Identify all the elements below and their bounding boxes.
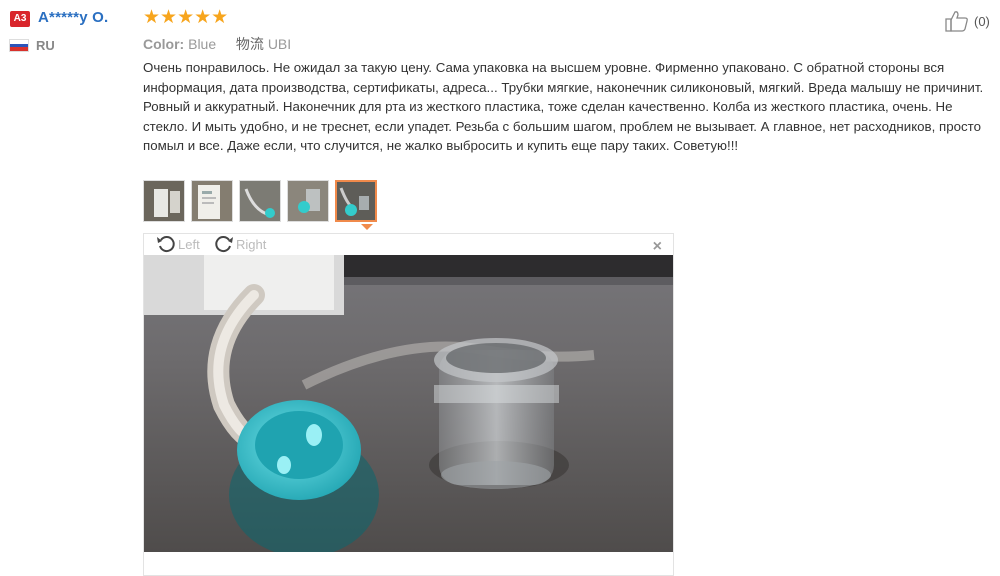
country-flag-icon [9,39,29,52]
close-viewer-button[interactable]: × [653,238,662,256]
reviewer-name: A*****y O. [38,9,109,26]
photo-thumbnail[interactable] [239,180,281,222]
photo-thumbnail[interactable] [287,180,329,222]
rotate-left-label: Left [178,236,200,252]
review-meta: Color: Blue 物流 UBI [143,34,291,54]
color-label: Color: [143,36,185,52]
color-value: Blue [188,36,217,52]
review-text: Очень понравилось. Не ожидал за такую це… [143,60,984,153]
photo-thumbnail-selected[interactable] [335,180,377,222]
shipping-label: 物流 [235,36,264,52]
rotate-left-icon [157,236,175,253]
review-photo [144,255,673,552]
photo-thumbnails [143,180,377,222]
rotate-right-icon [215,236,233,253]
rotate-right-label: Right [236,236,267,252]
thumbs-up-icon [945,11,968,32]
photo-thumbnail[interactable] [191,180,233,222]
rotate-left-button[interactable]: Left [156,234,200,254]
rating-stars: ★★★★★ [143,7,229,28]
shipping-value: UBI [267,36,292,52]
rotate-right-button[interactable]: Right [214,234,266,254]
country-code: RU [36,38,55,53]
photo-thumbnail[interactable] [143,180,185,222]
photo-viewer: Left Right × [143,233,674,576]
like-count: (0) [974,13,990,29]
selected-thumbnail-indicator [361,224,373,230]
avatar: A3 [10,11,30,27]
like-button[interactable]: (0) [944,10,990,32]
